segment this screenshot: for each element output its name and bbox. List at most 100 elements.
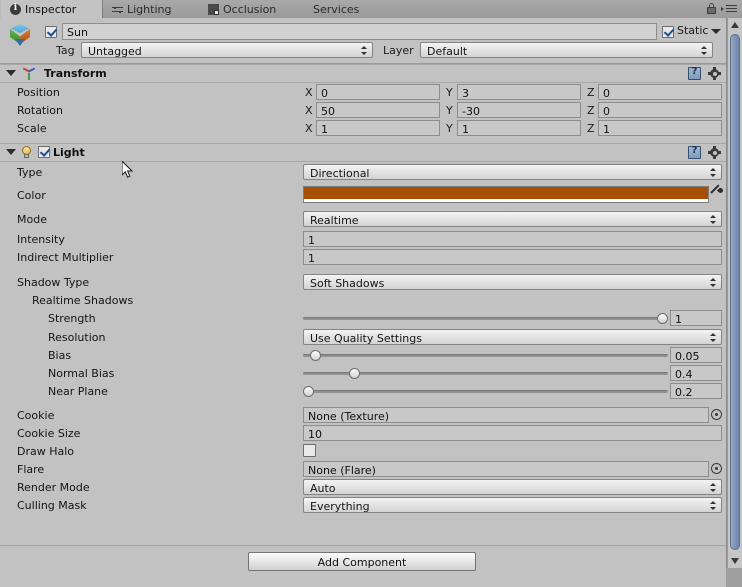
- light-color-row: Color: [0, 183, 726, 209]
- light-enabled-checkbox[interactable]: [38, 146, 50, 158]
- cookie-size-input[interactable]: 10: [303, 425, 722, 441]
- shadow-resolution-dropdown[interactable]: Use Quality Settings: [303, 329, 722, 345]
- realtime-shadows-row: Realtime Shadows: [0, 291, 726, 309]
- shadow-near-plane-input[interactable]: 0.2: [670, 383, 722, 399]
- scroll-down-arrow-icon[interactable]: [731, 558, 739, 564]
- tab-lighting-label: Lighting: [127, 2, 172, 16]
- tab-inspector-label: Inspector: [25, 2, 77, 16]
- position-y-input[interactable]: 3: [457, 84, 581, 100]
- light-mode-label: Mode: [17, 213, 47, 226]
- transform-foldout-arrow-icon[interactable]: [6, 70, 16, 76]
- updown-arrows-icon: [710, 167, 717, 179]
- position-z-input[interactable]: 0: [598, 84, 722, 100]
- tab-services-label: Services: [313, 2, 360, 16]
- light-mode-dropdown[interactable]: Realtime: [303, 211, 722, 227]
- hamburger-menu-icon[interactable]: [721, 4, 737, 13]
- static-checkbox[interactable]: [662, 26, 674, 38]
- shadow-bias-input[interactable]: 0.05: [670, 347, 722, 363]
- gear-icon[interactable]: [708, 146, 721, 159]
- flare-object-field[interactable]: None (Flare): [303, 461, 709, 477]
- scroll-up-arrow-icon[interactable]: [731, 22, 739, 28]
- light-type-value: Directional: [310, 167, 370, 180]
- vertical-scrollbar[interactable]: [727, 18, 742, 568]
- updown-arrows-icon: [710, 482, 717, 494]
- shadow-near-plane-slider-knob[interactable]: [303, 386, 314, 397]
- gear-icon[interactable]: [708, 67, 721, 80]
- draw-halo-label: Draw Halo: [17, 445, 75, 458]
- gameobject-name-input[interactable]: Sun: [62, 23, 657, 40]
- position-x-input[interactable]: 0: [316, 84, 440, 100]
- light-foldout-arrow-icon[interactable]: [6, 149, 16, 155]
- tag-dropdown[interactable]: Untagged: [81, 42, 373, 58]
- add-component-button[interactable]: Add Component: [248, 552, 476, 571]
- rotation-x-input[interactable]: 50: [316, 102, 440, 118]
- light-type-dropdown[interactable]: Directional: [303, 164, 722, 180]
- shadow-normal-bias-slider-knob[interactable]: [349, 368, 361, 379]
- position-label: Position: [17, 86, 60, 99]
- shadow-type-label: Shadow Type: [17, 276, 90, 289]
- light-mode-value: Realtime: [310, 214, 359, 227]
- light-intensity-input[interactable]: 1: [303, 231, 722, 247]
- tab-lighting[interactable]: Lighting: [103, 0, 199, 18]
- rotation-y-input[interactable]: -30: [457, 102, 581, 118]
- shadow-bias-row: Bias 0.05: [0, 346, 726, 364]
- shadow-strength-slider-track[interactable]: [303, 317, 668, 320]
- cookie-object-picker-icon[interactable]: [711, 409, 722, 420]
- tab-occlusion[interactable]: Occlusion: [199, 0, 304, 18]
- shadow-near-plane-slider-track[interactable]: [303, 390, 668, 393]
- tab-services[interactable]: Services: [304, 0, 376, 18]
- shadow-type-value: Soft Shadows: [310, 277, 385, 290]
- render-mode-dropdown[interactable]: Auto: [303, 479, 722, 495]
- culling-mask-row: Culling Mask Everything: [0, 496, 726, 514]
- add-component-area: Add Component: [0, 545, 726, 587]
- transform-component-header[interactable]: Transform: [0, 64, 726, 83]
- shadow-type-dropdown[interactable]: Soft Shadows: [303, 274, 722, 290]
- shadow-bias-slider-knob[interactable]: [310, 350, 322, 361]
- culling-mask-label: Culling Mask: [17, 499, 87, 512]
- cookie-label: Cookie: [17, 409, 55, 422]
- draw-halo-checkbox[interactable]: [303, 444, 316, 457]
- gameobject-enabled-checkbox[interactable]: [45, 26, 57, 38]
- light-component-header[interactable]: Light: [0, 143, 726, 162]
- static-dropdown-arrow-icon[interactable]: [711, 29, 721, 34]
- cookie-object-field[interactable]: None (Texture): [303, 407, 709, 423]
- shadow-bias-label: Bias: [48, 349, 72, 362]
- shadow-normal-bias-input[interactable]: 0.4: [670, 365, 722, 381]
- shadow-strength-slider-knob[interactable]: [657, 313, 668, 324]
- mouse-cursor: [122, 161, 134, 179]
- transform-position-row: Position X 0 Y 3 Z 0: [0, 83, 726, 101]
- shadow-strength-input[interactable]: 1: [670, 310, 722, 326]
- render-mode-row: Render Mode Auto: [0, 478, 726, 496]
- scale-z-input[interactable]: 1: [598, 120, 722, 136]
- scrollbar-thumb[interactable]: [730, 34, 740, 550]
- occlusion-icon: [208, 3, 219, 15]
- shadow-bias-slider-track[interactable]: [303, 354, 668, 357]
- layer-dropdown[interactable]: Default: [420, 42, 713, 58]
- scale-x-input[interactable]: 1: [316, 120, 440, 136]
- layer-dropdown-value: Default: [427, 45, 468, 58]
- lock-icon[interactable]: [707, 3, 716, 14]
- light-indirect-multiplier-input[interactable]: 1: [303, 249, 722, 265]
- rotation-label: Rotation: [17, 104, 64, 117]
- shadow-resolution-label: Resolution: [48, 331, 106, 344]
- help-icon[interactable]: [688, 66, 701, 80]
- scale-y-input[interactable]: 1: [457, 120, 581, 136]
- light-title: Light: [53, 146, 85, 159]
- axis-y-label: Y: [446, 86, 453, 99]
- eyedropper-icon[interactable]: [710, 184, 725, 202]
- help-icon[interactable]: [688, 145, 701, 159]
- tab-occlusion-label: Occlusion: [223, 2, 277, 16]
- light-type-row: Type Directional: [0, 162, 726, 183]
- light-indirect-multiplier-label: Indirect Multiplier: [17, 251, 114, 264]
- render-mode-value: Auto: [310, 482, 336, 495]
- rotation-z-input[interactable]: 0: [598, 102, 722, 118]
- flare-object-picker-icon[interactable]: [711, 463, 722, 474]
- draw-halo-row: Draw Halo: [0, 442, 726, 460]
- light-color-swatch[interactable]: [303, 186, 709, 203]
- tag-dropdown-value: Untagged: [88, 45, 142, 58]
- color-alpha-bar: [304, 199, 708, 202]
- transform-title: Transform: [44, 67, 107, 80]
- tab-inspector[interactable]: Inspector: [0, 0, 103, 18]
- culling-mask-dropdown[interactable]: Everything: [303, 497, 722, 513]
- cookie-size-label: Cookie Size: [17, 427, 81, 440]
